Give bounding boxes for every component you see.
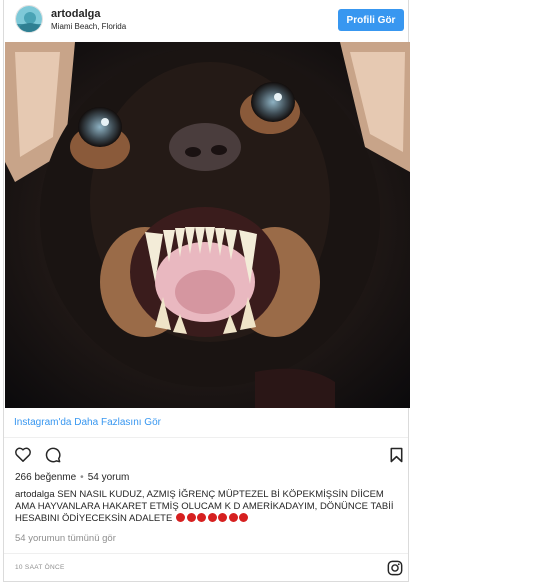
comments-count[interactable]: 54 yorum — [88, 472, 130, 483]
view-all-comments-link[interactable]: 54 yorumun tümünü gör — [15, 533, 116, 544]
heart-icon[interactable] — [15, 447, 31, 467]
avatar[interactable] — [15, 5, 43, 33]
view-profile-button[interactable]: Profili Gör — [338, 9, 404, 31]
post-photo[interactable] — [5, 42, 410, 408]
location[interactable]: Miami Beach, Florida — [51, 22, 126, 31]
angry-face-emoji-icon — [239, 513, 249, 522]
likes-count[interactable]: 266 beğenme — [15, 472, 76, 483]
angry-face-emoji-icon — [186, 513, 196, 522]
angry-face-emoji-icon — [207, 513, 217, 522]
angry-face-emoji-icon — [228, 513, 238, 522]
separator-dot: • — [80, 472, 84, 483]
angry-face-emoji-icon — [176, 513, 186, 522]
caption-username[interactable]: artodalga — [15, 489, 55, 500]
instagram-logo-icon[interactable] — [387, 560, 403, 581]
caption-emojis — [175, 513, 249, 524]
comment-icon[interactable] — [45, 447, 61, 468]
instagram-embed-card: artodalga Miami Beach, Florida Profili G… — [3, 0, 410, 582]
engagement-counts: 266 beğenme • 54 yorum — [15, 472, 129, 483]
post-caption: artodalga SEN NASIL KUDUZ, AZMIŞ İĞRENÇ … — [15, 489, 400, 525]
post-timestamp: 10 SAAT ÖNCE — [15, 564, 65, 571]
angry-face-emoji-icon — [218, 513, 228, 522]
username[interactable]: artodalga — [51, 8, 101, 20]
divider — [4, 437, 408, 438]
angry-face-emoji-icon — [197, 513, 207, 522]
bookmark-icon[interactable] — [390, 447, 403, 468]
divider — [4, 553, 408, 554]
view-more-on-instagram-link[interactable]: Instagram'da Daha Fazlasını Gör — [14, 417, 161, 428]
post-header: artodalga Miami Beach, Florida Profili G… — [4, 0, 408, 42]
